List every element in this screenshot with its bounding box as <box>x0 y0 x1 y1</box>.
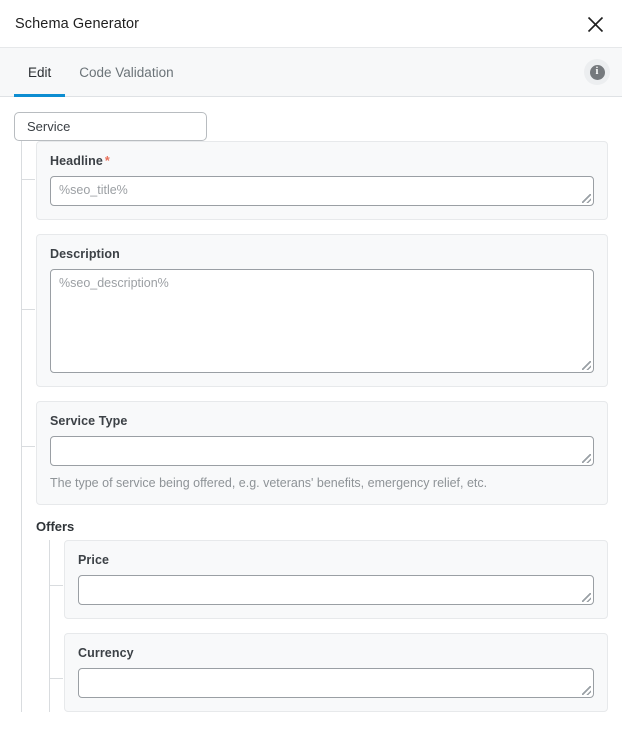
schema-form: Service Headline* Description <box>0 97 622 729</box>
group-header-offers-label: Offers <box>36 519 75 535</box>
field-label-headline-text: Headline <box>50 154 103 168</box>
close-icon <box>587 16 603 32</box>
price-input[interactable] <box>78 575 594 606</box>
tab-code-validation-label: Code Validation <box>79 64 174 80</box>
field-input-wrap-headline <box>50 176 594 206</box>
tree-connector <box>22 528 35 529</box>
field-card-price: Price <box>64 540 608 620</box>
close-button[interactable] <box>580 9 610 39</box>
field-label-currency-text: Currency <box>78 646 134 661</box>
tree-connector <box>50 678 63 680</box>
field-label-service-type-text: Service Type <box>50 414 128 428</box>
field-input-wrap-description <box>50 269 594 373</box>
field-card-description: Description <box>36 234 608 387</box>
service-type-input[interactable] <box>50 436 594 466</box>
info-icon: i <box>589 64 605 80</box>
schema-tree-level-2-offers: Price Currency <box>49 540 608 713</box>
tab-edit-label: Edit <box>28 64 52 80</box>
field-card-service-type: Service Type The type of service being o… <box>36 401 608 506</box>
field-help-service-type: The type of service being offered, e.g. … <box>50 476 488 490</box>
info-button[interactable]: i <box>584 59 610 85</box>
field-input-wrap-currency <box>78 668 594 699</box>
tree-connector <box>50 585 63 587</box>
field-card-currency: Currency <box>64 633 608 713</box>
field-node-service-type: Service Type The type of service being o… <box>22 401 608 506</box>
tab-bar: Edit Code Validation i <box>0 47 622 97</box>
field-label-description-text: Description <box>50 247 120 261</box>
dialog-title-bar: Schema Generator <box>0 0 622 47</box>
field-input-wrap-service-type <box>50 436 594 466</box>
currency-input[interactable] <box>78 668 594 699</box>
tree-connector <box>22 309 35 310</box>
headline-input[interactable] <box>50 176 594 206</box>
page-title: Schema Generator <box>15 15 140 32</box>
field-node-description: Description <box>22 234 608 387</box>
field-node-price: Price <box>50 540 608 620</box>
field-label-currency: Currency <box>78 646 594 660</box>
field-label-headline: Headline * <box>50 154 594 168</box>
field-node-headline: Headline * <box>22 141 608 220</box>
tree-connector <box>22 446 35 447</box>
group-header-offers: Offers <box>22 519 608 534</box>
description-input[interactable] <box>50 269 594 373</box>
tab-code-validation[interactable]: Code Validation <box>65 47 187 97</box>
field-label-description: Description <box>50 247 594 261</box>
tab-edit[interactable]: Edit <box>14 47 66 97</box>
field-card-headline: Headline * <box>36 141 608 220</box>
field-label-price-text: Price <box>78 553 110 568</box>
field-input-wrap-price <box>78 575 594 606</box>
tree-connector <box>22 179 35 180</box>
schema-tree-level-1: Headline* Description <box>21 141 608 713</box>
field-label-price: Price <box>78 553 594 567</box>
schema-root-type[interactable]: Service <box>14 112 207 141</box>
field-node-currency: Currency <box>50 633 608 713</box>
field-label-service-type: Service Type <box>50 414 594 428</box>
required-marker: * <box>104 154 110 168</box>
